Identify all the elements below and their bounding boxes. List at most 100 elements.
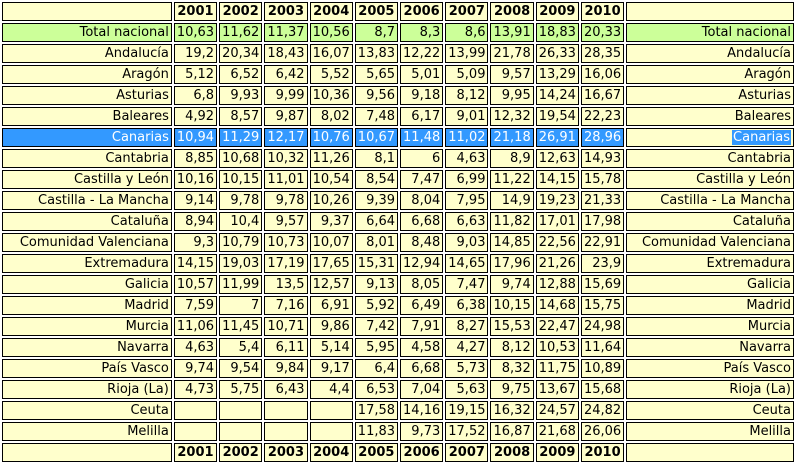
region-name-right: Navarra bbox=[626, 338, 794, 357]
value-cell: 9,86 bbox=[309, 317, 353, 336]
value-cell: 6,63 bbox=[445, 212, 489, 231]
region-name: Total nacional bbox=[2, 23, 172, 42]
value-cell: 4,73 bbox=[173, 380, 218, 399]
value-cell: 10,57 bbox=[173, 275, 218, 294]
value-cell: 13,67 bbox=[535, 380, 579, 399]
value-cell: 16,32 bbox=[490, 401, 534, 420]
region-name-right: Castilla y León bbox=[626, 170, 794, 189]
value-cell: 11,75 bbox=[535, 359, 579, 378]
value-cell: 6,91 bbox=[309, 296, 353, 315]
table-row[interactable]: País Vasco 9,74 9,54 9,84 9,17 6,4 6,68 5,73 8,3… bbox=[2, 359, 794, 378]
header-row-top: 2001 2002 2003 2004 2005 2006 2007 2008 2009 2010 bbox=[2, 2, 794, 21]
value-cell: 22,56 bbox=[535, 233, 579, 252]
value-cell: 8,04 bbox=[400, 191, 444, 210]
value-cell: 12,94 bbox=[400, 254, 444, 273]
year-header: 2007 bbox=[445, 2, 489, 21]
table-row[interactable]: Total nacional 10,63 11,62 11,37 10,56 8,7 8,3… bbox=[2, 23, 794, 42]
value-cell: 14,24 bbox=[535, 86, 579, 105]
value-cell: 24,57 bbox=[535, 401, 579, 420]
table-row[interactable]: Canarias 10,94 11,29 12,17 10,76 10,67 11,48 11… bbox=[2, 128, 794, 147]
value-cell: 11,22 bbox=[490, 170, 534, 189]
table-row[interactable]: Extremadura 14,15 19,03 17,19 17,65 15,31 12,9… bbox=[2, 254, 794, 273]
value-cell: 9,3 bbox=[173, 233, 218, 252]
value-cell: 21,78 bbox=[490, 44, 534, 63]
region-name-right: Asturias bbox=[626, 86, 794, 105]
table-row[interactable]: Castilla y León 10,16 10,15 11,01 10,54 8,54 7… bbox=[2, 170, 794, 189]
value-cell: 4,92 bbox=[173, 107, 218, 126]
table-row[interactable]: Navarra 4,63 5,4 6,11 5,14 5,95 4,58 4,27 8,12 10… bbox=[2, 338, 794, 357]
region-name-label: Rioja (La) bbox=[729, 382, 791, 397]
value-cell: 8,27 bbox=[445, 317, 489, 336]
table-row[interactable]: Andalucía 19,2 20,34 18,43 16,07 13,83 12,22 13… bbox=[2, 44, 794, 63]
value-cell: 5,14 bbox=[309, 338, 353, 357]
value-cell bbox=[173, 401, 218, 420]
value-cell: 19,15 bbox=[445, 401, 489, 420]
value-cell: 4,27 bbox=[445, 338, 489, 357]
value-cell bbox=[309, 422, 353, 441]
value-cell: 22,23 bbox=[580, 107, 625, 126]
table-row[interactable]: Melilla 11,83 9,73 17,52 16,87 21,68 26,06 Meli… bbox=[2, 422, 794, 441]
value-cell: 9,93 bbox=[219, 86, 263, 105]
value-cell: 13,91 bbox=[490, 23, 534, 42]
value-cell: 19,03 bbox=[219, 254, 263, 273]
value-cell: 5,73 bbox=[445, 359, 489, 378]
value-cell: 9,57 bbox=[490, 65, 534, 84]
table-row[interactable]: Murcia 11,06 11,45 10,71 9,86 7,42 7,91 8,27 15,… bbox=[2, 317, 794, 336]
value-cell: 11,45 bbox=[219, 317, 263, 336]
table-row[interactable]: Cataluña 8,94 10,4 9,57 9,37 6,64 6,68 6,63 11,8… bbox=[2, 212, 794, 231]
region-name: Murcia bbox=[2, 317, 172, 336]
value-cell: 16,87 bbox=[490, 422, 534, 441]
table-row[interactable]: Cantabria 8,85 10,68 10,32 11,26 8,1 6 4,63 8,9 1… bbox=[2, 149, 794, 168]
table-row[interactable]: Ceuta 17,58 14,16 19,15 16,32 24,57 24,82 Ceuta bbox=[2, 401, 794, 420]
value-cell: 6,4 bbox=[354, 359, 399, 378]
region-name: Castilla y León bbox=[2, 170, 172, 189]
value-cell: 11,26 bbox=[309, 149, 353, 168]
region-name: Canarias bbox=[2, 128, 172, 147]
region-name-right: Melilla bbox=[626, 422, 794, 441]
table-row[interactable]: Castilla - La Mancha 9,14 9,78 9,78 10,26 9,3… bbox=[2, 191, 794, 210]
value-cell: 11,82 bbox=[490, 212, 534, 231]
value-cell: 5,01 bbox=[400, 65, 444, 84]
region-name-label: Murcia bbox=[747, 319, 791, 334]
table-row[interactable]: Comunidad Valenciana 9,3 10,79 10,73 10,07 8,… bbox=[2, 233, 794, 252]
value-cell: 6,68 bbox=[400, 359, 444, 378]
value-cell: 10,73 bbox=[264, 233, 308, 252]
value-cell: 19,23 bbox=[535, 191, 579, 210]
value-cell: 24,98 bbox=[580, 317, 625, 336]
value-cell: 8,94 bbox=[173, 212, 218, 231]
year-header: 2002 bbox=[219, 2, 263, 21]
value-cell: 10,15 bbox=[490, 296, 534, 315]
value-cell: 13,99 bbox=[445, 44, 489, 63]
value-cell bbox=[264, 422, 308, 441]
region-name-label: Canarias bbox=[732, 130, 791, 145]
value-cell: 15,53 bbox=[490, 317, 534, 336]
value-cell: 12,22 bbox=[400, 44, 444, 63]
table-row[interactable]: Aragón 5,12 6,52 6,42 5,52 5,65 5,01 5,09 9,57 13… bbox=[2, 65, 794, 84]
region-name: Cataluña bbox=[2, 212, 172, 231]
value-cell: 10,76 bbox=[309, 128, 353, 147]
table-row[interactable]: Madrid 7,59 7 7,16 6,91 5,92 6,49 6,38 10,15 14,6… bbox=[2, 296, 794, 315]
year-header: 2005 bbox=[354, 443, 399, 462]
year-header: 2001 bbox=[173, 2, 218, 21]
value-cell: 6,52 bbox=[219, 65, 263, 84]
table-row[interactable]: Rioja (La) 4,73 5,75 6,43 4,4 6,53 7,04 5,63 9,7… bbox=[2, 380, 794, 399]
value-cell: 13,5 bbox=[264, 275, 308, 294]
value-cell: 15,78 bbox=[580, 170, 625, 189]
region-name-label: Castilla y León bbox=[696, 172, 791, 187]
value-cell: 9,39 bbox=[354, 191, 399, 210]
value-cell: 11,48 bbox=[400, 128, 444, 147]
value-cell: 9,84 bbox=[264, 359, 308, 378]
table-row[interactable]: Asturias 6,8 9,93 9,99 10,36 9,56 9,18 8,12 9,95… bbox=[2, 86, 794, 105]
region-name-label: Melilla bbox=[749, 424, 791, 439]
region-name: Baleares bbox=[2, 107, 172, 126]
value-cell: 14,15 bbox=[535, 170, 579, 189]
value-cell: 20,33 bbox=[580, 23, 625, 42]
table-row[interactable]: Galicia 10,57 11,99 13,5 12,57 9,13 8,05 7,47 9,… bbox=[2, 275, 794, 294]
value-cell: 8,12 bbox=[490, 338, 534, 357]
region-name-right: Canarias bbox=[626, 128, 794, 147]
region-name: Aragón bbox=[2, 65, 172, 84]
value-cell: 9,17 bbox=[309, 359, 353, 378]
value-cell: 8,1 bbox=[354, 149, 399, 168]
table-row[interactable]: Baleares 4,92 8,57 9,87 8,02 7,48 6,17 9,01 12,3… bbox=[2, 107, 794, 126]
value-cell: 10,15 bbox=[219, 170, 263, 189]
